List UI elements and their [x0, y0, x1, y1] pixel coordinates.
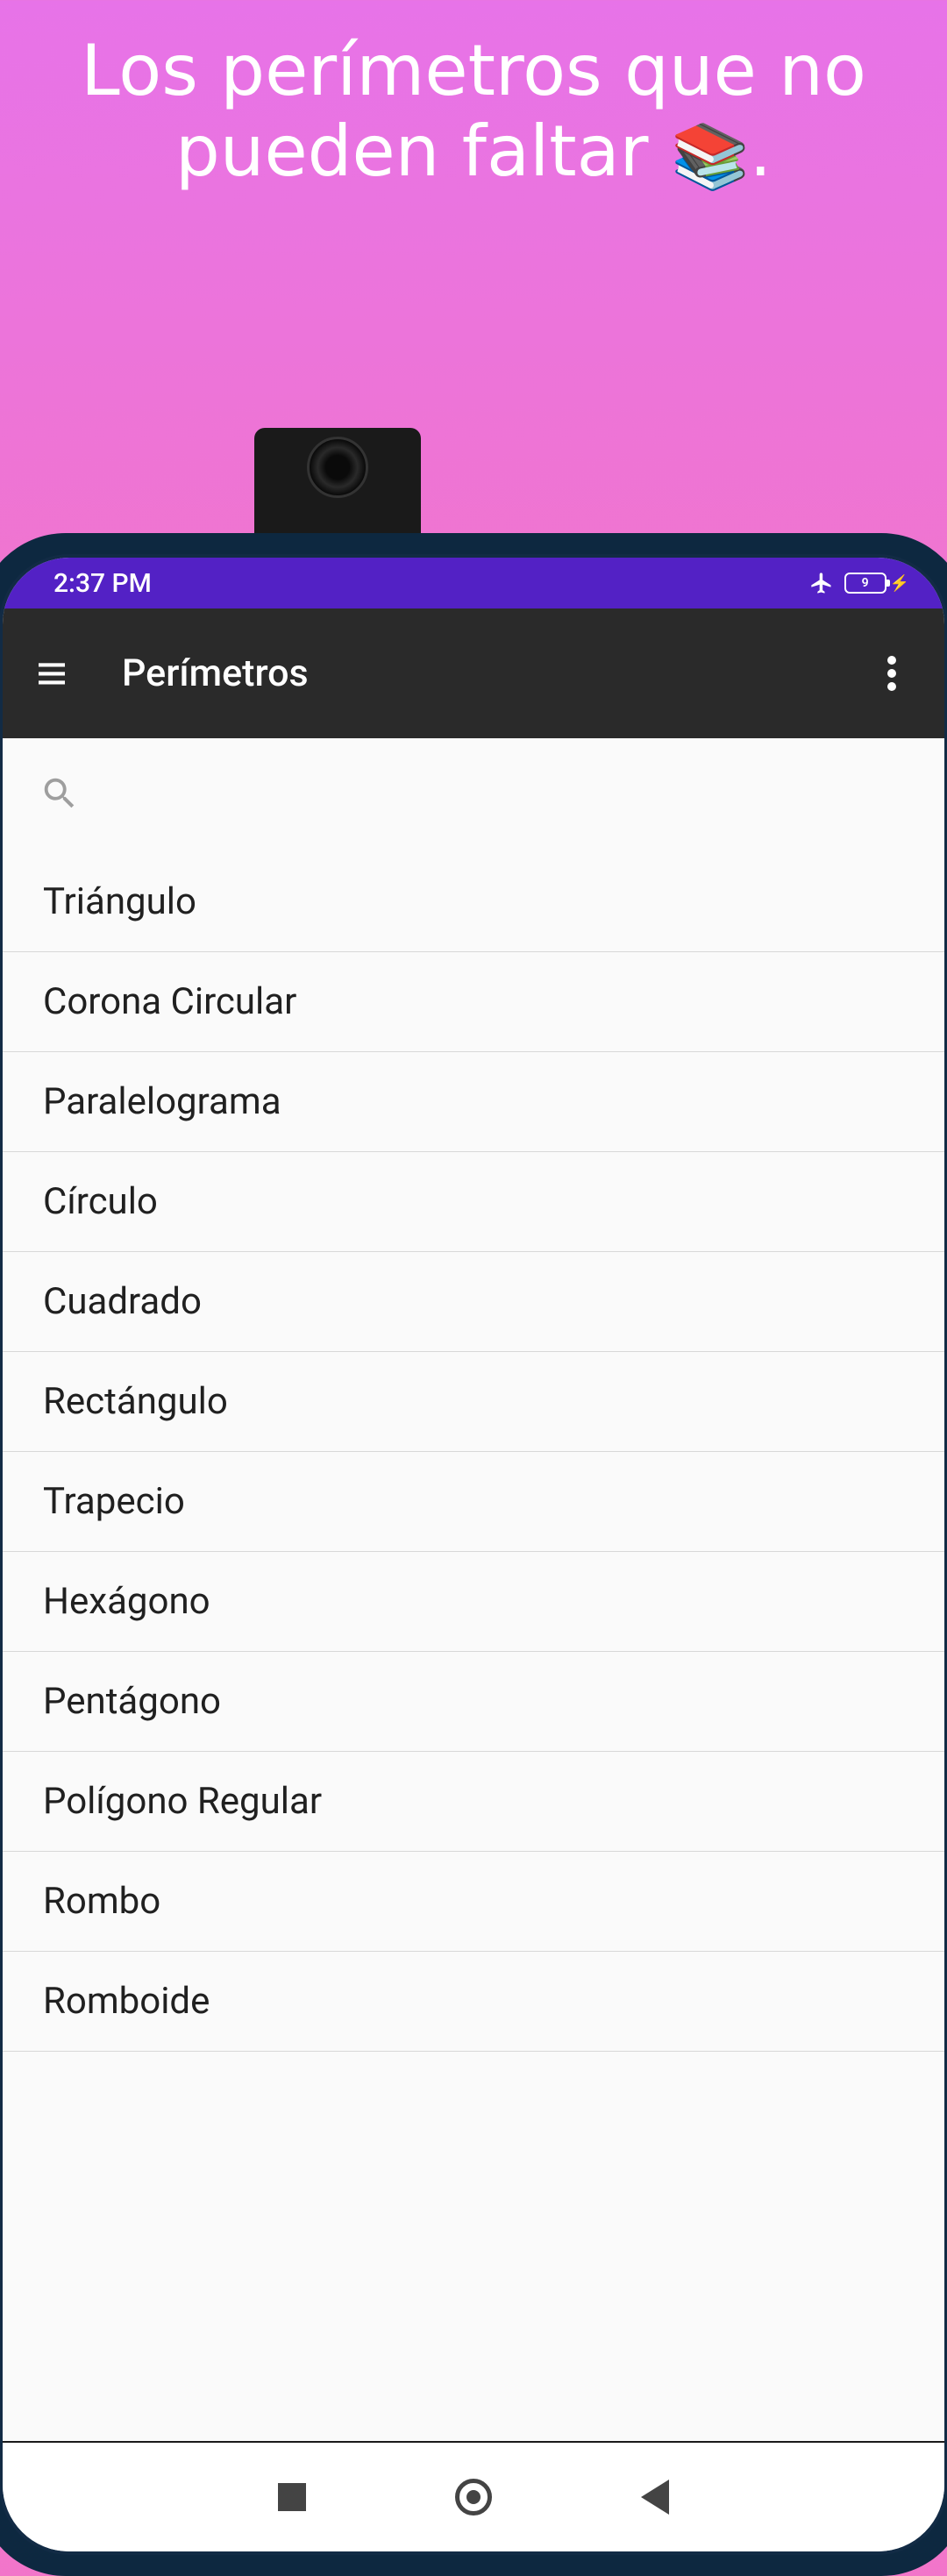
back-button[interactable] — [641, 2480, 669, 2515]
home-button[interactable] — [455, 2479, 492, 2516]
phone-frame: 2:37 PM 9 ⚡ — [0, 533, 947, 2576]
phone-camera-bump — [254, 428, 421, 542]
list-item[interactable]: Polígono Regular — [3, 1752, 944, 1852]
list-item[interactable]: Círculo — [3, 1152, 944, 1252]
list-item[interactable]: Hexágono — [3, 1552, 944, 1652]
list-item[interactable]: Paralelograma — [3, 1052, 944, 1152]
battery-outline: 9 — [844, 573, 886, 594]
search-area[interactable] — [3, 738, 944, 852]
list-item[interactable]: Trapecio — [3, 1452, 944, 1552]
status-icons: 9 ⚡ — [809, 571, 909, 595]
phone-inner-frame: 2:37 PM 9 ⚡ — [0, 554, 947, 2555]
search-icon — [39, 773, 80, 814]
more-icon[interactable] — [871, 652, 913, 694]
battery-indicator: 9 ⚡ — [844, 573, 909, 594]
list-item[interactable]: Corona Circular — [3, 952, 944, 1052]
headline-line1: Los perímetros que no — [81, 30, 866, 111]
status-time: 2:37 PM — [53, 568, 152, 599]
list-item[interactable]: Rectángulo — [3, 1352, 944, 1452]
charge-icon: ⚡ — [890, 574, 909, 593]
promo-headline: Los perímetros que no pueden faltar 📚. — [0, 0, 947, 192]
status-bar: 2:37 PM 9 ⚡ — [3, 558, 944, 608]
navigation-bar — [3, 2441, 944, 2551]
headline-line2: pueden faltar — [175, 110, 649, 192]
list-item[interactable]: Pentágono — [3, 1652, 944, 1752]
phone-camera-lens — [307, 437, 368, 498]
recent-apps-button[interactable] — [278, 2483, 306, 2511]
list-item[interactable]: Romboide — [3, 1952, 944, 2052]
list-item[interactable]: Triángulo — [3, 852, 944, 952]
app-bar: Perímetros — [3, 608, 944, 738]
list-item[interactable]: Cuadrado — [3, 1252, 944, 1352]
books-emoji: 📚 — [671, 120, 750, 193]
shape-list[interactable]: TriánguloCorona CircularParalelogramaCír… — [3, 852, 944, 2441]
phone-screen: 2:37 PM 9 ⚡ — [3, 558, 944, 2551]
airplane-icon — [809, 571, 834, 595]
battery-level: 9 — [862, 576, 869, 590]
menu-icon[interactable] — [31, 652, 73, 694]
app-title: Perímetros — [122, 651, 309, 695]
list-item[interactable]: Rombo — [3, 1852, 944, 1952]
